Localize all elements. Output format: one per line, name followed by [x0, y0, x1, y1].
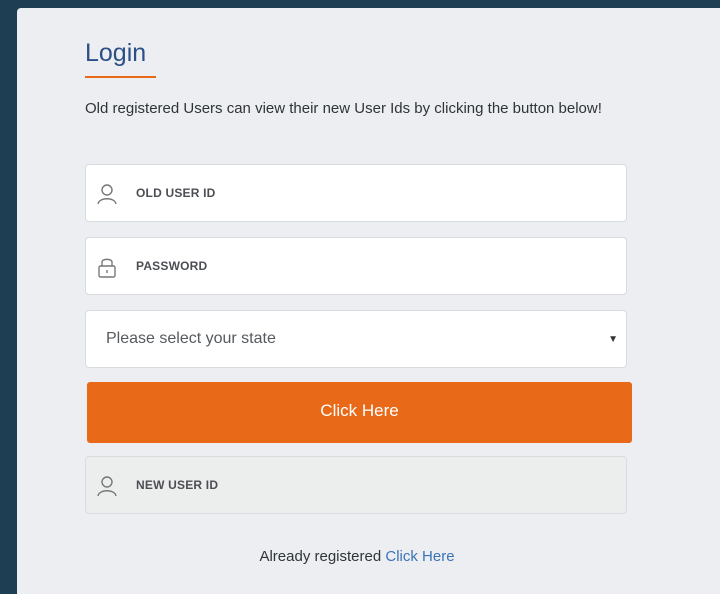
user-icon: [96, 475, 118, 497]
chevron-down-icon: ▼: [608, 334, 618, 345]
state-select[interactable]: Please select your state ▼: [85, 310, 627, 368]
footer-text: Already registered: [259, 548, 382, 565]
old-user-id-field[interactable]: OLD USER ID: [85, 164, 627, 222]
title-underline: [85, 76, 156, 78]
login-panel: Login Old registered Users can view thei…: [17, 8, 720, 594]
user-icon: [96, 183, 118, 205]
password-placeholder: PASSWORD: [136, 259, 208, 273]
new-user-id-field: NEW USER ID: [85, 456, 627, 514]
password-field[interactable]: PASSWORD: [85, 237, 627, 295]
new-user-id-placeholder: NEW USER ID: [136, 478, 219, 492]
lock-icon: [96, 256, 118, 278]
page-title: Login: [85, 39, 147, 67]
state-select-value: Please select your state: [106, 330, 276, 347]
footer-click-here-link[interactable]: Click Here: [385, 548, 454, 565]
footer: Already registered Click Here: [17, 548, 697, 565]
click-here-button[interactable]: Click Here: [87, 382, 632, 443]
old-user-id-placeholder: OLD USER ID: [136, 186, 216, 200]
intro-text: Old registered Users can view their new …: [85, 100, 602, 117]
